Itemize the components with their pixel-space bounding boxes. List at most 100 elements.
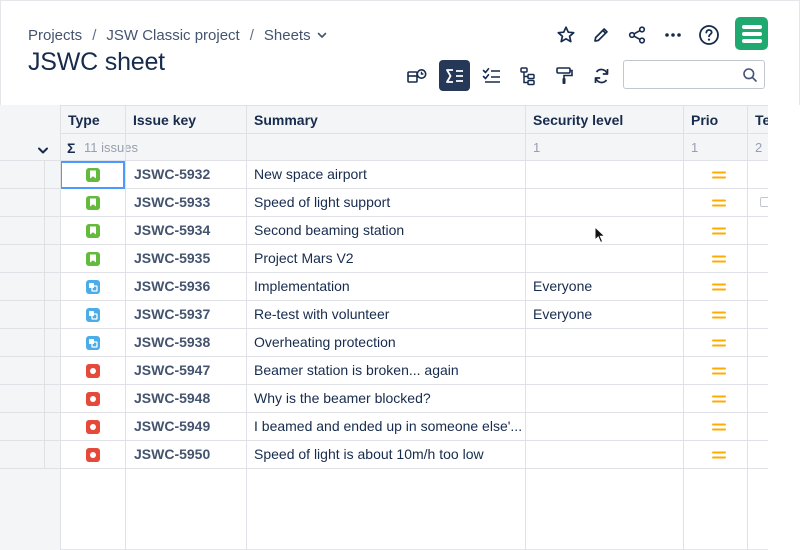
- column-header-security-level[interactable]: Security level: [525, 106, 683, 134]
- summary-cell[interactable]: Speed of light is about 10m/h too low: [246, 441, 525, 468]
- security-level-cell[interactable]: [525, 189, 683, 216]
- help-icon[interactable]: [696, 22, 722, 48]
- issue-key-cell[interactable]: JSWC-5947: [125, 357, 246, 384]
- share-icon[interactable]: [624, 22, 650, 48]
- issue-key-cell[interactable]: JSWC-5933: [125, 189, 246, 216]
- summary-cell[interactable]: Overheating protection: [246, 329, 525, 356]
- type-cell[interactable]: [60, 301, 125, 328]
- breadcrumb-project[interactable]: JSW Classic project: [106, 27, 239, 44]
- checkbox-icon[interactable]: [760, 197, 768, 207]
- row-handle[interactable]: [44, 273, 60, 300]
- priority-cell[interactable]: [683, 245, 747, 272]
- row-handle[interactable]: [44, 217, 60, 244]
- summary-cell[interactable]: I beamed and ended up in someone else'..…: [246, 413, 525, 440]
- search-input[interactable]: [630, 65, 744, 87]
- column-header-te[interactable]: Te: [747, 106, 768, 134]
- security-level-cell[interactable]: Everyone: [525, 273, 683, 300]
- row-handle[interactable]: [44, 161, 60, 188]
- table-row[interactable]: JSWC-5935 Project Mars V2: [0, 245, 768, 273]
- column-header-summary[interactable]: Summary: [246, 106, 525, 134]
- column-header-type[interactable]: Type: [60, 106, 125, 134]
- row-handle[interactable]: [44, 301, 60, 328]
- te-cell[interactable]: [747, 273, 768, 300]
- te-cell[interactable]: [747, 413, 768, 440]
- breadcrumb-sheets[interactable]: Sheets: [264, 27, 311, 44]
- table-row[interactable]: JSWC-5936 Implementation Everyone: [0, 273, 768, 301]
- column-header-priority[interactable]: Prio: [683, 106, 747, 134]
- priority-cell[interactable]: [683, 273, 747, 300]
- security-level-cell[interactable]: [525, 357, 683, 384]
- type-cell[interactable]: [60, 245, 125, 272]
- row-handle[interactable]: [44, 441, 60, 468]
- search-icon[interactable]: [742, 67, 758, 83]
- row-handle[interactable]: [44, 385, 60, 412]
- table-row[interactable]: JSWC-5950 Speed of light is about 10m/h t…: [0, 441, 768, 469]
- security-level-cell[interactable]: [525, 329, 683, 356]
- priority-cell[interactable]: [683, 217, 747, 244]
- issue-key-cell[interactable]: JSWC-5935: [125, 245, 246, 272]
- te-cell[interactable]: [747, 245, 768, 272]
- te-cell[interactable]: [747, 301, 768, 328]
- row-handle[interactable]: [44, 189, 60, 216]
- checklist-icon[interactable]: [476, 60, 507, 91]
- paint-roller-icon[interactable]: [548, 60, 579, 91]
- table-row[interactable]: JSWC-5934 Second beaming station: [0, 217, 768, 245]
- type-cell[interactable]: [60, 189, 125, 216]
- priority-cell[interactable]: [683, 301, 747, 328]
- te-cell[interactable]: [747, 217, 768, 244]
- chevron-down-icon[interactable]: [317, 30, 327, 40]
- hierarchy-icon[interactable]: [512, 60, 543, 91]
- issue-key-cell[interactable]: JSWC-5936: [125, 273, 246, 300]
- priority-cell[interactable]: [683, 161, 747, 188]
- summary-cell[interactable]: Re-test with volunteer: [246, 301, 525, 328]
- security-level-cell[interactable]: Everyone: [525, 301, 683, 328]
- table-row[interactable]: JSWC-5938 Overheating protection: [0, 329, 768, 357]
- summary-cell[interactable]: Implementation: [246, 273, 525, 300]
- view-settings-icon[interactable]: [401, 60, 432, 91]
- table-row[interactable]: JSWC-5933 Speed of light support: [0, 189, 768, 217]
- refresh-icon[interactable]: [586, 60, 617, 91]
- type-cell[interactable]: [60, 357, 125, 384]
- te-cell[interactable]: [747, 441, 768, 468]
- issue-key-cell[interactable]: JSWC-5948: [125, 385, 246, 412]
- column-header-issue-key[interactable]: Issue key: [125, 106, 246, 134]
- security-level-cell[interactable]: [525, 217, 683, 244]
- te-cell[interactable]: [747, 357, 768, 384]
- te-cell[interactable]: [747, 385, 768, 412]
- type-cell[interactable]: [60, 385, 125, 412]
- priority-cell[interactable]: [683, 329, 747, 356]
- security-level-cell[interactable]: [525, 385, 683, 412]
- type-cell[interactable]: [60, 329, 125, 356]
- priority-cell[interactable]: [683, 357, 747, 384]
- row-handle[interactable]: [44, 329, 60, 356]
- issue-key-cell[interactable]: JSWC-5937: [125, 301, 246, 328]
- summary-cell[interactable]: Why is the beamer blocked?: [246, 385, 525, 412]
- table-row[interactable]: JSWC-5948 Why is the beamer blocked?: [0, 385, 768, 413]
- summary-cell[interactable]: Second beaming station: [246, 217, 525, 244]
- summary-cell[interactable]: Speed of light support: [246, 189, 525, 216]
- row-handle[interactable]: [44, 357, 60, 384]
- te-cell[interactable]: [747, 329, 768, 356]
- issue-key-cell[interactable]: JSWC-5934: [125, 217, 246, 244]
- chevron-down-icon[interactable]: [37, 143, 49, 154]
- star-icon[interactable]: [553, 22, 579, 48]
- summary-cell[interactable]: Beamer station is broken... again: [246, 357, 525, 384]
- more-icon[interactable]: [660, 22, 686, 48]
- issue-key-cell[interactable]: JSWC-5932: [125, 161, 246, 188]
- issue-key-cell[interactable]: JSWC-5938: [125, 329, 246, 356]
- app-logo-icon[interactable]: [735, 17, 768, 50]
- sum-icon[interactable]: [439, 60, 470, 91]
- issue-key-cell[interactable]: JSWC-5949: [125, 413, 246, 440]
- table-row[interactable]: JSWC-5932 New space airport: [0, 161, 768, 189]
- breadcrumb-projects[interactable]: Projects: [28, 27, 82, 44]
- pencil-icon[interactable]: [588, 22, 614, 48]
- search-field[interactable]: [623, 60, 765, 89]
- security-level-cell[interactable]: [525, 441, 683, 468]
- type-cell[interactable]: [60, 273, 125, 300]
- type-cell[interactable]: [60, 441, 125, 468]
- security-level-cell[interactable]: [525, 161, 683, 188]
- issue-key-cell[interactable]: JSWC-5950: [125, 441, 246, 468]
- security-level-cell[interactable]: [525, 413, 683, 440]
- priority-cell[interactable]: [683, 385, 747, 412]
- summary-cell[interactable]: Project Mars V2: [246, 245, 525, 272]
